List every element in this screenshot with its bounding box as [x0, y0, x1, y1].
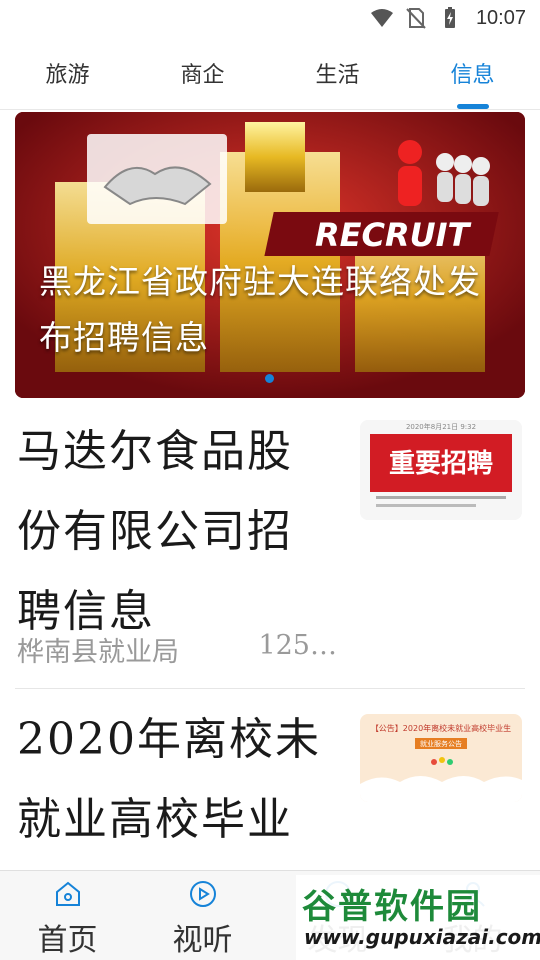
news-thumbnail: 【公告】2020年离校未就业高校毕业生 就业服务公告 — [360, 714, 522, 802]
tab-business[interactable]: 商企 — [135, 36, 270, 109]
thumb-subtitle: 就业服务公告 — [420, 739, 462, 748]
play-icon — [189, 881, 216, 907]
news-title: 马迭尔食品股份有限公司招聘信息 — [17, 426, 293, 637]
watermark-title: 谷普软件园 — [302, 887, 482, 927]
nav-media[interactable]: 视听 — [135, 871, 270, 960]
news-view-count: 125… — [258, 630, 337, 661]
tab-label: 生活 — [315, 62, 360, 88]
battery-charging-icon — [444, 7, 455, 28]
tab-info[interactable]: 信息 — [405, 36, 540, 109]
tab-label: 商企 — [180, 62, 225, 88]
banner-recruit-text: RECRUIT — [315, 216, 472, 254]
thumb-date: 2020年8月21日 9:32 — [406, 422, 476, 431]
recruit-thumbnail-image: 2020年8月21日 9:32 重要招聘 — [360, 420, 522, 520]
no-sim-icon — [406, 8, 426, 29]
thumb-headline: 【公告】2020年离校未就业高校毕业生 — [371, 723, 511, 733]
category-tabs: 旅游 商企 生活 信息 — [0, 36, 540, 110]
news-item[interactable]: 2020年离校未就业高校毕业 【公告】2020年离校未就业高校毕业生 就业服务公… — [15, 700, 525, 880]
banner-title: 黑龙江省政府驻大连联络处发布招聘信息 — [39, 262, 481, 357]
watermark-url: www.gupuxiazai.com — [304, 925, 540, 949]
nav-label: 首页 — [37, 923, 98, 958]
announcement-thumbnail-image: 【公告】2020年离校未就业高校毕业生 就业服务公告 — [360, 714, 522, 802]
news-item[interactable]: 马迭尔食品股份有限公司招聘信息 桦南县就业局 125… 2020年8月21日 9… — [15, 412, 525, 682]
status-time: 10:07 — [475, 6, 526, 29]
thumb-headline: 重要招聘 — [389, 449, 493, 479]
nav-label: 视听 — [172, 923, 233, 958]
tab-label: 旅游 — [45, 62, 90, 88]
news-title: 2020年离校未就业高校毕业 — [17, 714, 321, 845]
banner-carousel[interactable]: RECRUIT 黑龙江省政府驻大连联络处发布招聘信息 — [15, 112, 525, 398]
active-tab-indicator — [456, 104, 489, 109]
nav-home[interactable]: 首页 — [0, 871, 135, 960]
status-bar: 10:07 — [0, 0, 540, 36]
home-icon — [55, 881, 80, 906]
tab-travel[interactable]: 旅游 — [0, 36, 135, 109]
news-thumbnail: 2020年8月21日 9:32 重要招聘 — [360, 420, 522, 520]
wifi-icon — [370, 9, 393, 27]
news-meta: 桦南县就业局 125… — [17, 630, 337, 669]
tab-life[interactable]: 生活 — [270, 36, 405, 109]
carousel-indicator — [265, 374, 274, 383]
watermark: 谷普软件园 www.gupuxiazai.com — [296, 875, 540, 960]
news-source: 桦南县就业局 — [17, 637, 179, 668]
tab-label: 信息 — [450, 62, 495, 88]
divider — [15, 688, 525, 689]
